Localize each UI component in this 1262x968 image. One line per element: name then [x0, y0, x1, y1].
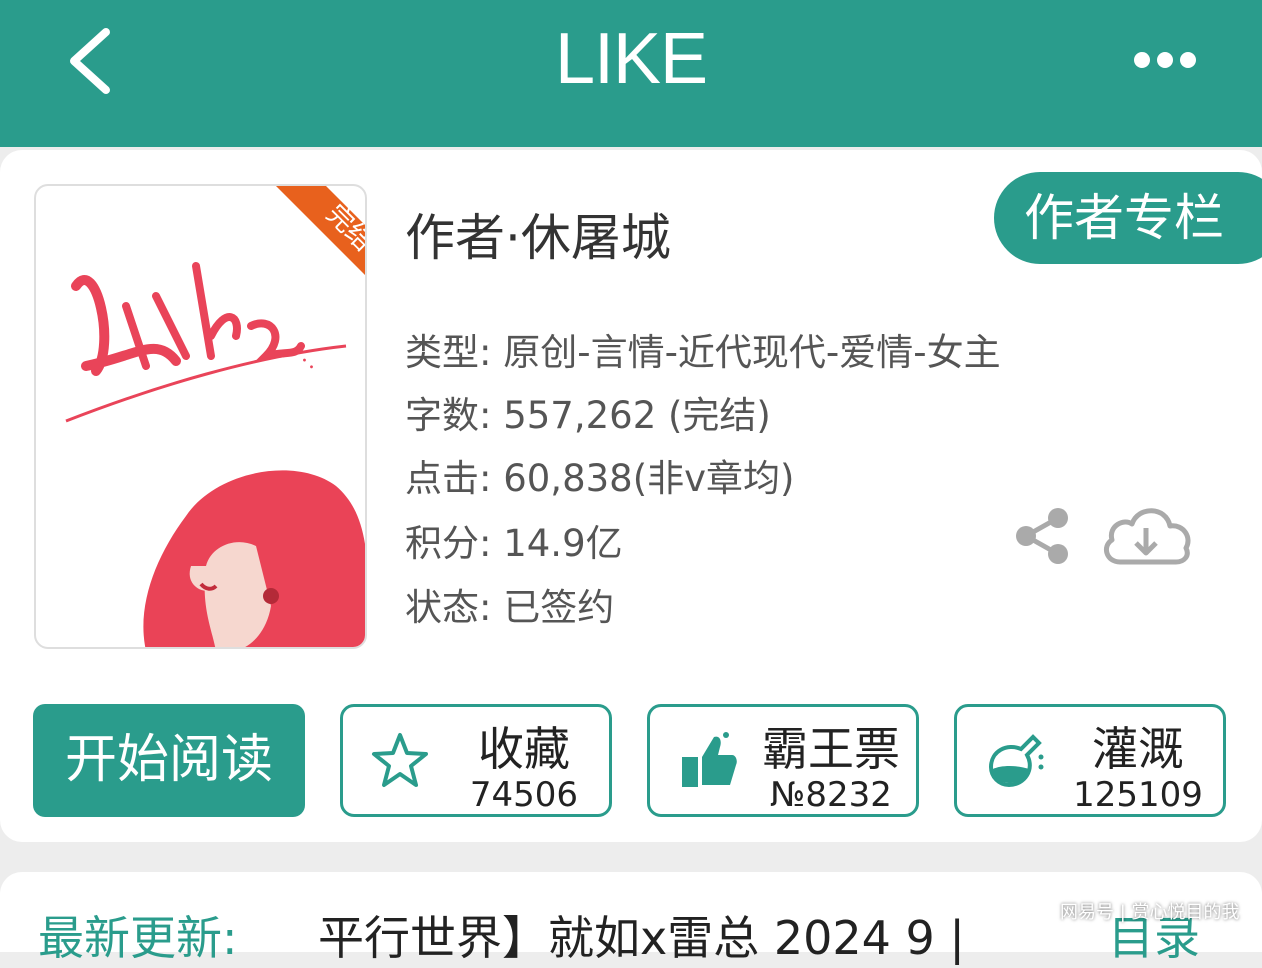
meta-word-count: 字数: 557,262 (完结) [405, 394, 771, 437]
favorite-label: 收藏 [478, 722, 570, 776]
watermark: 网易号 | 赏心悦目的我 [1060, 902, 1240, 923]
favorite-count: 74506 [469, 775, 579, 815]
page-title: LIKE [554, 19, 708, 99]
share-button[interactable] [1012, 506, 1072, 566]
overlord-ticket-rank: №8232 [770, 775, 892, 815]
meta-clicks: 点击: 60,838(非v章均) [405, 457, 795, 500]
cover-art: ·. [65, 186, 365, 647]
thumbs-up-icon [682, 732, 737, 787]
latest-update-text[interactable]: 平行世界】就如x雷总 2024 9 | [318, 902, 965, 968]
meta-genre: 类型: 原创-言情-近代现代-爱情-女主 [405, 331, 1001, 374]
star-icon [372, 733, 428, 787]
favorite-button[interactable]: 收藏 74506 [340, 704, 612, 817]
more-dots-icon [1134, 52, 1196, 68]
more-button[interactable] [1132, 42, 1198, 78]
book-cover[interactable]: ·. 完结 [34, 184, 367, 649]
meta-score: 积分: 14.9亿 [405, 522, 623, 565]
watering-flask-icon [988, 734, 1044, 788]
overlord-ticket-button[interactable]: 霸王票 №8232 [647, 704, 919, 817]
download-button[interactable] [1098, 500, 1194, 572]
start-reading-button[interactable]: 开始阅读 [33, 704, 305, 817]
top-bar: LIKE [0, 0, 1262, 147]
cloud-download-icon [1103, 508, 1191, 565]
overlord-ticket-label: 霸王票 [762, 722, 900, 776]
author-name[interactable]: 作者·休屠城 [405, 198, 671, 270]
book-info-card: ·. 完结 作者·休屠城 作者专栏 类型: 原创-言情-近代现代-爱情-女主 字… [0, 150, 1262, 842]
irrigate-button[interactable]: 灌溉 125109 [954, 704, 1226, 817]
svg-text:·.: ·. [301, 349, 315, 374]
meta-status: 状态: 已签约 [405, 586, 615, 629]
share-icon [1016, 508, 1068, 564]
latest-update-label: 最新更新: [38, 911, 238, 965]
irrigate-label: 灌溉 [1092, 722, 1184, 776]
irrigate-count: 125109 [1073, 775, 1203, 815]
author-column-button[interactable]: 作者专栏 [994, 172, 1262, 264]
